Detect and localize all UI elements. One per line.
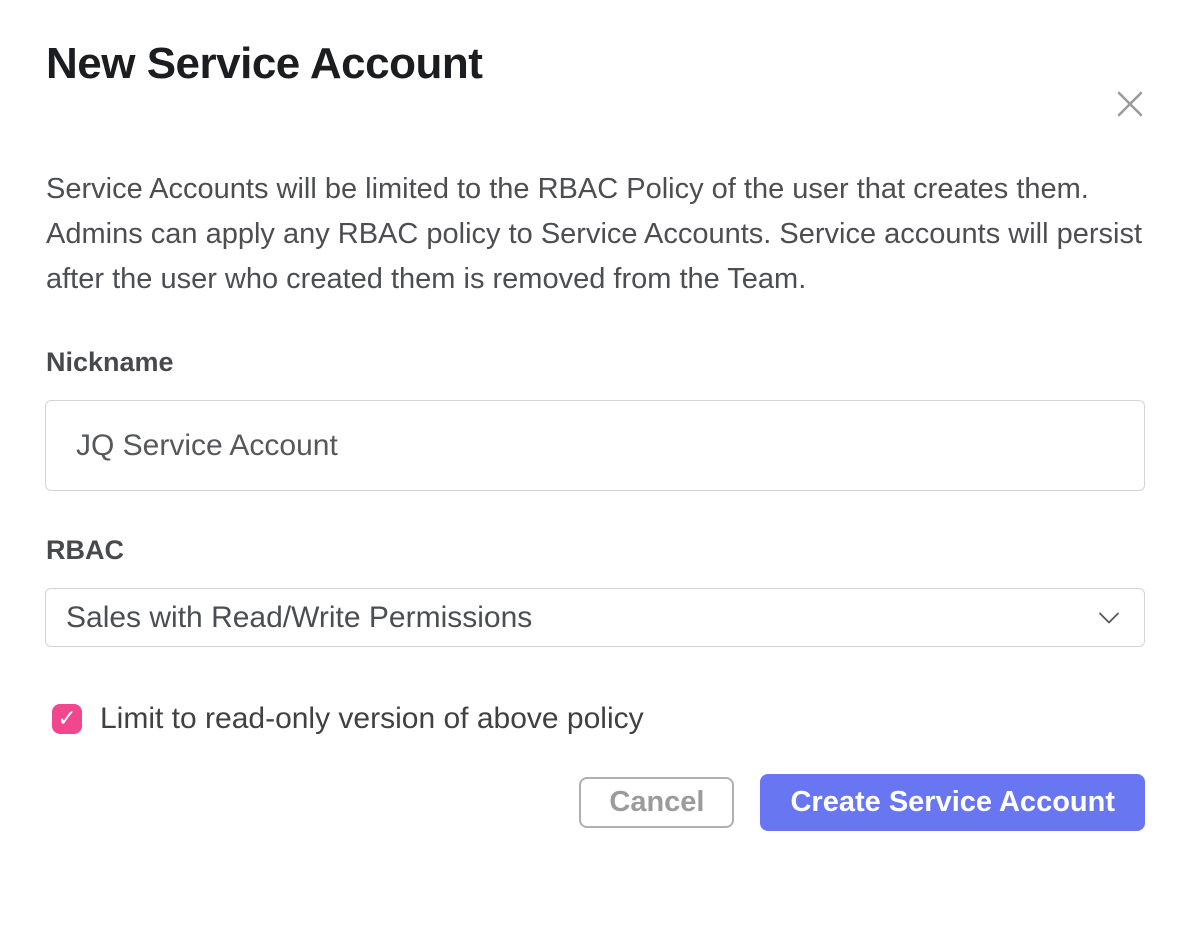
modal-title: New Service Account [46,38,1145,89]
check-icon: ✓ [57,708,76,731]
create-service-account-button[interactable]: Create Service Account [760,774,1145,831]
nickname-input[interactable] [45,400,1145,491]
rbac-selected-value: Sales with Read/Write Permissions [66,601,532,635]
modal-actions: Cancel Create Service Account [45,774,1145,831]
nickname-label: Nickname [46,346,1145,379]
read-only-checkbox-row[interactable]: ✓ Limit to read-only version of above po… [52,702,1145,736]
read-only-checkbox[interactable]: ✓ [52,704,82,734]
read-only-checkbox-label: Limit to read-only version of above poli… [100,702,644,736]
new-service-account-modal: New Service Account Service Accounts wil… [0,38,1190,942]
rbac-select[interactable]: Sales with Read/Write Permissions [45,588,1145,647]
cancel-button[interactable]: Cancel [579,777,734,828]
rbac-label: RBAC [46,534,1145,567]
rbac-field: RBAC Sales with Read/Write Permissions [45,534,1145,647]
close-icon [1115,89,1145,119]
close-button[interactable] [1112,86,1148,122]
modal-description: Service Accounts will be limited to the … [46,167,1146,302]
chevron-down-icon [1098,611,1120,624]
nickname-field: Nickname [45,346,1145,491]
